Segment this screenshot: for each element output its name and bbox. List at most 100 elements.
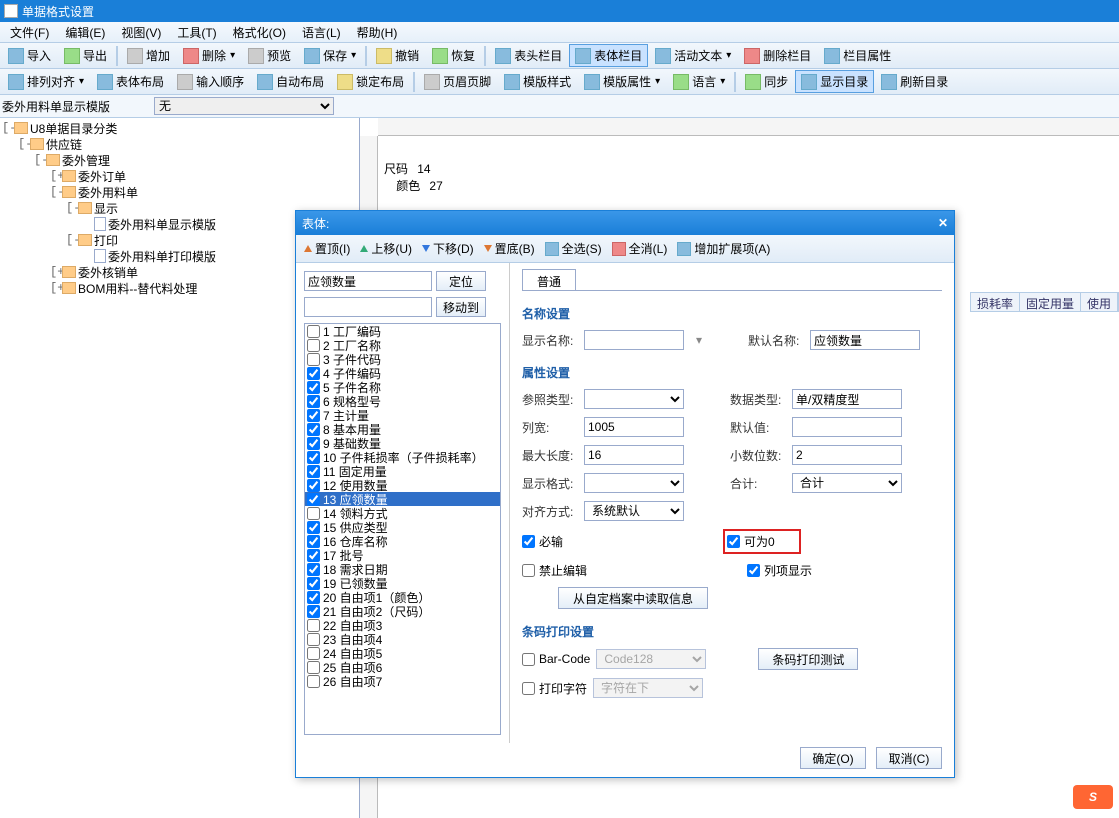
list-item-checkbox[interactable] xyxy=(307,605,320,618)
toolbar-button[interactable]: 保存▾ xyxy=(298,44,362,67)
search-input[interactable] xyxy=(304,271,432,291)
list-item-checkbox[interactable] xyxy=(307,507,320,520)
toolbar-button[interactable]: 模版属性▾ xyxy=(578,70,666,93)
menu-item[interactable]: 文件(F) xyxy=(2,22,57,43)
list-item-checkbox[interactable] xyxy=(307,367,320,380)
toolbar-button[interactable]: 页眉页脚 xyxy=(418,70,497,93)
list-item-checkbox[interactable] xyxy=(307,535,320,548)
fmt-select[interactable] xyxy=(584,473,684,493)
list-item-checkbox[interactable] xyxy=(307,381,320,394)
dialog-toolbar-button[interactable]: 下移(D) xyxy=(422,240,474,257)
toolbar-button[interactable]: 删除栏目 xyxy=(738,44,817,67)
list-item-checkbox[interactable] xyxy=(307,409,320,422)
toolbar-button[interactable]: 表头栏目 xyxy=(489,44,568,67)
menu-item[interactable]: 语言(L) xyxy=(294,22,349,43)
reftype-select[interactable] xyxy=(584,389,684,409)
list-item-checkbox[interactable] xyxy=(307,577,320,590)
list-item-checkbox[interactable] xyxy=(307,353,320,366)
menu-item[interactable]: 帮助(H) xyxy=(349,22,406,43)
dispname-input[interactable] xyxy=(584,330,684,350)
toolbar-button[interactable]: 输入顺序 xyxy=(171,70,250,93)
toolbar-button[interactable]: 导出 xyxy=(58,44,113,67)
dialog-toolbar-button[interactable]: 全选(S) xyxy=(545,240,602,257)
list-item-checkbox[interactable] xyxy=(307,591,320,604)
menu-item[interactable]: 工具(T) xyxy=(169,22,224,43)
sum-select[interactable]: 合计 xyxy=(792,473,902,493)
dec-input[interactable] xyxy=(792,445,902,465)
moveto-button[interactable]: 移动到 xyxy=(436,297,486,317)
toolbar-button[interactable]: 增加 xyxy=(121,44,176,67)
toolbar-button[interactable]: 排列对齐▾ xyxy=(2,70,90,93)
list-item-checkbox[interactable] xyxy=(307,549,320,562)
barcode-test-button[interactable]: 条码打印测试 xyxy=(758,648,858,670)
tree-node[interactable]: [+]委外订单 xyxy=(2,168,357,184)
list-item-checkbox[interactable] xyxy=(307,633,320,646)
cancel-button[interactable]: 取消(C) xyxy=(876,747,942,769)
template-select[interactable]: 无 xyxy=(154,97,334,115)
list-item-checkbox[interactable] xyxy=(307,437,320,450)
cb-canzero[interactable] xyxy=(727,535,740,548)
toolbar-button[interactable]: 恢复 xyxy=(426,44,481,67)
list-item-checkbox[interactable] xyxy=(307,325,320,338)
toolbar-button[interactable]: 表体栏目 xyxy=(569,44,648,67)
sogou-ime-icon[interactable]: S xyxy=(1073,785,1113,809)
list-item-checkbox[interactable] xyxy=(307,423,320,436)
tree-node[interactable]: [-]U8单据目录分类 xyxy=(2,120,357,136)
cb-colshow[interactable] xyxy=(747,564,760,577)
defname-input[interactable] xyxy=(810,330,920,350)
close-icon[interactable]: ✕ xyxy=(938,216,948,230)
toolbar-button[interactable]: 栏目属性 xyxy=(818,44,897,67)
moveto-input[interactable] xyxy=(304,297,432,317)
list-item-checkbox[interactable] xyxy=(307,339,320,352)
list-item-checkbox[interactable] xyxy=(307,395,320,408)
menu-item[interactable]: 编辑(E) xyxy=(57,22,113,43)
tab-common[interactable]: 普通 xyxy=(522,269,576,290)
align-select[interactable]: 系统默认 xyxy=(584,501,684,521)
list-item-checkbox[interactable] xyxy=(307,675,320,688)
locate-button[interactable]: 定位 xyxy=(436,271,486,291)
dialog-toolbar-button[interactable]: 全消(L) xyxy=(612,240,668,257)
menu-item[interactable]: 格式化(O) xyxy=(225,22,294,43)
toolbar-button[interactable]: 预览 xyxy=(242,44,297,67)
read-archive-button[interactable]: 从自定档案中读取信息 xyxy=(558,587,708,609)
cb-printchar[interactable] xyxy=(522,682,535,695)
toolbar-button[interactable]: 锁定布局 xyxy=(331,70,410,93)
toolbar-button[interactable]: 表体布局 xyxy=(91,70,170,93)
cb-required[interactable] xyxy=(522,535,535,548)
tree-node[interactable]: [-]供应链 xyxy=(2,136,357,152)
grid-header-cell[interactable]: 损耗率 xyxy=(971,293,1020,311)
grid-header-cell[interactable]: 使用 xyxy=(1081,293,1118,311)
toolbar-button[interactable]: 语言▾ xyxy=(667,70,731,93)
toolbar-button[interactable]: 模版样式 xyxy=(498,70,577,93)
ok-button[interactable]: 确定(O) xyxy=(800,747,866,769)
list-item-checkbox[interactable] xyxy=(307,619,320,632)
dropdown-icon[interactable]: ▾ xyxy=(696,333,702,347)
column-list[interactable]: 1 工厂编码2 工厂名称3 子件代码4 子件编码5 子件名称6 规格型号7 主计… xyxy=(304,323,501,735)
grid-header-cell[interactable]: 固定用量 xyxy=(1020,293,1081,311)
cb-barcode[interactable] xyxy=(522,653,535,666)
list-item[interactable]: 26 自由项7 xyxy=(305,674,500,688)
dialog-toolbar-button[interactable]: 置顶(I) xyxy=(304,240,350,257)
toolbar-button[interactable]: 同步 xyxy=(739,70,794,93)
dialog-toolbar-button[interactable]: 上移(U) xyxy=(360,240,412,257)
toolbar-button[interactable]: 刷新目录 xyxy=(875,70,954,93)
list-item-checkbox[interactable] xyxy=(307,661,320,674)
menu-item[interactable]: 视图(V) xyxy=(113,22,169,43)
colw-input[interactable] xyxy=(584,417,684,437)
datatype-input[interactable] xyxy=(792,389,902,409)
list-item-checkbox[interactable] xyxy=(307,521,320,534)
maxlen-input[interactable] xyxy=(584,445,684,465)
cb-noedit[interactable] xyxy=(522,564,535,577)
tree-node[interactable]: [-]委外管理 xyxy=(2,152,357,168)
list-item-checkbox[interactable] xyxy=(307,493,320,506)
toolbar-button[interactable]: 自动布局 xyxy=(251,70,330,93)
dialog-toolbar-button[interactable]: 置底(B) xyxy=(484,240,535,257)
list-item-checkbox[interactable] xyxy=(307,465,320,478)
tree-node[interactable]: [-]委外用料单 xyxy=(2,184,357,200)
toolbar-button[interactable]: 显示目录 xyxy=(795,70,874,93)
toolbar-button[interactable]: 撤销 xyxy=(370,44,425,67)
toolbar-button[interactable]: 活动文本▾ xyxy=(649,44,737,67)
toolbar-button[interactable]: 删除▾ xyxy=(177,44,241,67)
list-item-checkbox[interactable] xyxy=(307,479,320,492)
list-item-checkbox[interactable] xyxy=(307,563,320,576)
